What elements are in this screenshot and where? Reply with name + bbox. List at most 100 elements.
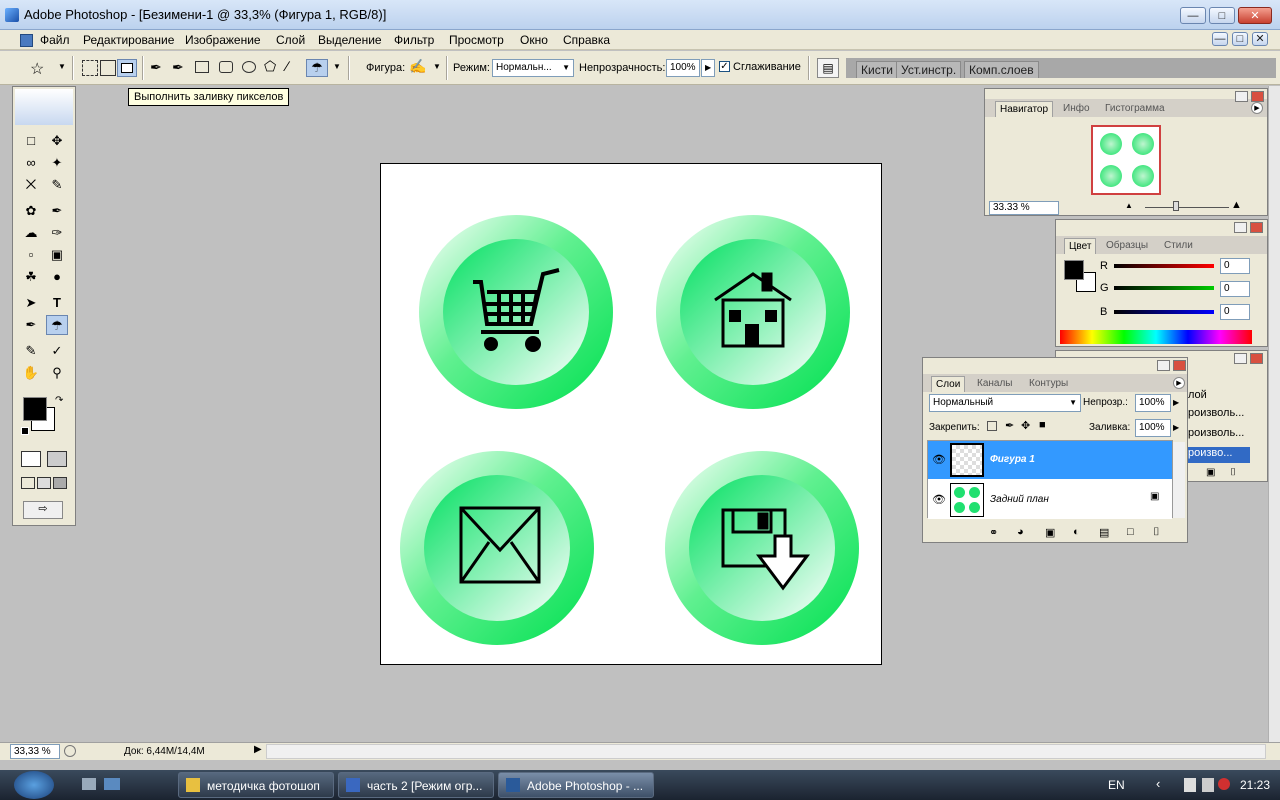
rounded-rectangle-icon[interactable] xyxy=(219,61,233,73)
panel-minimize-icon[interactable] xyxy=(1234,222,1247,233)
blur-tool-icon[interactable]: ☘ xyxy=(20,267,42,287)
panel-close-icon[interactable] xyxy=(1251,91,1264,102)
doc-minimize-button[interactable]: — xyxy=(1212,32,1228,46)
zoom-in-icon[interactable]: ▲ xyxy=(1231,199,1242,211)
shape-layers-icon[interactable] xyxy=(82,60,98,76)
chevron-left-icon[interactable]: ‹ xyxy=(1156,776,1160,791)
new-layer-icon[interactable]: □ xyxy=(1127,526,1134,538)
menu-edit[interactable]: Редактирование xyxy=(83,33,174,47)
history-brush-icon[interactable]: ✑ xyxy=(46,223,68,243)
doc-restore-button[interactable]: □ xyxy=(1232,32,1248,46)
navigator-preview[interactable] xyxy=(1091,125,1161,195)
start-orb-icon[interactable] xyxy=(14,771,54,799)
paths-icon[interactable] xyxy=(100,60,116,76)
tray-icon[interactable] xyxy=(1184,778,1196,792)
clock[interactable]: 21:23 xyxy=(1240,778,1270,792)
status-zoom-input[interactable]: 33,33 % xyxy=(10,744,60,759)
ellipse-shape-icon[interactable] xyxy=(242,61,256,73)
lasso-tool-icon[interactable]: ∞ xyxy=(20,153,42,173)
channel-g-input[interactable]: 0 xyxy=(1220,281,1250,297)
freeform-pen-icon[interactable]: ✒ xyxy=(172,59,184,76)
language-indicator[interactable]: EN xyxy=(1108,778,1125,792)
foreground-color-swatch[interactable] xyxy=(23,397,47,421)
brush-tool-icon[interactable]: ✒ xyxy=(46,201,68,221)
maximize-button[interactable]: □ xyxy=(1209,7,1235,24)
tab-channels[interactable]: Каналы xyxy=(973,376,1017,392)
opacity-arrow-icon[interactable]: ▶ xyxy=(1173,398,1179,407)
line-shape-icon[interactable]: ∕ xyxy=(286,58,288,74)
geometry-options-arrow-icon[interactable]: ▼ xyxy=(333,62,341,71)
tab-navigator[interactable]: Навигатор xyxy=(995,101,1054,117)
gradient-tool-icon[interactable]: ▣ xyxy=(46,245,68,265)
opacity-input[interactable]: 100% xyxy=(666,59,700,77)
polygon-shape-icon[interactable]: ⬠ xyxy=(264,58,276,75)
eye-icon[interactable]: 👁 xyxy=(932,453,946,466)
link-layers-icon[interactable]: ⚭ xyxy=(989,526,998,539)
history-item[interactable]: роизволь... xyxy=(1188,407,1244,419)
well-tab-layer-comps[interactable]: Комп.слоев xyxy=(964,61,1039,78)
trash-icon[interactable]: ⌷ xyxy=(1153,526,1160,539)
path-select-icon[interactable]: ➤ xyxy=(20,293,42,313)
channel-b-slider[interactable] xyxy=(1114,310,1214,314)
navigator-zoom-input[interactable]: 33.33 % xyxy=(989,201,1059,215)
menu-view[interactable]: Просмотр xyxy=(449,33,504,47)
menu-select[interactable]: Выделение xyxy=(318,33,382,47)
color-spectrum-bar[interactable] xyxy=(1060,330,1252,344)
clone-stamp-icon[interactable]: ☁ xyxy=(20,223,42,243)
panel-menu-icon[interactable]: ▶ xyxy=(1173,377,1185,389)
default-colors-icon[interactable] xyxy=(21,427,29,435)
history-item[interactable]: роизволь... xyxy=(1188,427,1244,439)
volume-icon[interactable] xyxy=(1218,778,1230,790)
layer-row[interactable]: 👁 Задний план ▣ xyxy=(928,481,1172,519)
shape-picker-icon[interactable]: ✍ xyxy=(409,58,429,78)
taskbar-item-photoshop[interactable]: Adobe Photoshop - ... xyxy=(498,772,654,798)
show-desktop-icon[interactable] xyxy=(82,778,96,790)
crop-tool-icon[interactable]: ⨉ xyxy=(20,175,42,195)
slice-tool-icon[interactable]: ✎ xyxy=(46,175,68,195)
menu-layer[interactable]: Слой xyxy=(276,33,305,47)
tab-layers[interactable]: Слои xyxy=(931,376,966,392)
layer-row[interactable]: 👁 Фигура 1 xyxy=(928,441,1172,479)
quick-launch-icon[interactable] xyxy=(104,778,120,790)
fill-pixels-button[interactable] xyxy=(117,59,137,77)
layer-mask-icon[interactable]: ▣ xyxy=(1045,526,1055,539)
jump-to-imageready-icon[interactable]: ⇨ xyxy=(23,501,63,519)
tab-histogram[interactable]: Гистограмма xyxy=(1101,101,1169,117)
tab-paths[interactable]: Контуры xyxy=(1025,376,1073,392)
blend-mode-select[interactable]: Нормальный ▼ xyxy=(929,394,1081,412)
type-tool-icon[interactable]: T xyxy=(46,293,68,313)
standard-mode-icon[interactable] xyxy=(21,451,41,467)
lock-transparency-icon[interactable] xyxy=(987,421,997,431)
screen-mode-full-menu-icon[interactable] xyxy=(37,477,51,489)
menu-filter[interactable]: Фильтр xyxy=(394,33,434,47)
fill-input[interactable]: 100% xyxy=(1135,419,1171,437)
close-button[interactable]: ✕ xyxy=(1238,7,1272,24)
custom-shape-icon[interactable]: ☂ xyxy=(306,59,328,77)
channel-r-input[interactable]: 0 xyxy=(1220,258,1250,274)
color-fg-swatch[interactable] xyxy=(1064,260,1084,280)
notes-tool-icon[interactable]: ✎ xyxy=(20,341,42,361)
doc-close-button[interactable]: ✕ xyxy=(1252,32,1268,46)
pen-tool-icon[interactable]: ✒ xyxy=(20,315,42,335)
layer-opacity-input[interactable]: 100% xyxy=(1135,394,1171,412)
screen-mode-full-icon[interactable] xyxy=(53,477,67,489)
history-trash-icon[interactable]: ⌷ xyxy=(1230,467,1236,478)
eyedropper-icon[interactable]: ✓ xyxy=(46,341,68,361)
panel-minimize-icon[interactable] xyxy=(1157,360,1170,371)
workspace-scrollbar[interactable] xyxy=(1268,86,1280,742)
swap-colors-icon[interactable]: ↷ xyxy=(55,395,63,406)
layers-scrollbar[interactable] xyxy=(1173,442,1185,518)
channel-b-input[interactable]: 0 xyxy=(1220,304,1250,320)
menu-image[interactable]: Изображение xyxy=(185,33,261,47)
zoom-slider-thumb[interactable] xyxy=(1173,201,1179,211)
preset-dropdown-arrow-icon[interactable]: ▼ xyxy=(58,62,66,71)
antialias-checkbox[interactable]: ✓ xyxy=(719,61,730,72)
status-options-icon[interactable] xyxy=(64,745,76,757)
eraser-tool-icon[interactable]: ▫ xyxy=(20,245,42,265)
file-browser-icon[interactable]: ▤ xyxy=(817,58,839,78)
custom-shape-tool-preset-icon[interactable]: ☆ xyxy=(30,59,44,79)
move-tool-icon[interactable]: ✥ xyxy=(46,131,68,151)
pen-tool-icon[interactable]: ✒ xyxy=(150,59,162,76)
screen-mode-standard-icon[interactable] xyxy=(21,477,35,489)
menu-file[interactable]: Файл xyxy=(40,33,70,47)
